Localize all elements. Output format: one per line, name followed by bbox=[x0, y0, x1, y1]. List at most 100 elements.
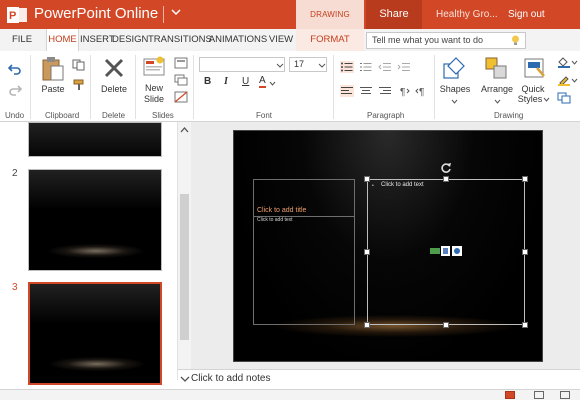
arrange-chevron-icon[interactable] bbox=[494, 99, 501, 104]
bold-button[interactable]: B bbox=[204, 76, 211, 87]
copy-icon[interactable] bbox=[72, 59, 86, 71]
tell-me-search-input[interactable]: Tell me what you want to do bbox=[366, 32, 526, 49]
resize-handle-left[interactable] bbox=[364, 249, 370, 255]
shape-fill-chevron-icon[interactable] bbox=[571, 60, 578, 65]
font-color-button[interactable]: A bbox=[259, 76, 266, 88]
svg-text:P: P bbox=[9, 10, 16, 22]
resize-handle-top-right[interactable] bbox=[522, 176, 528, 182]
notes-chevron-down-icon[interactable] bbox=[180, 374, 190, 384]
decrease-indent-icon[interactable] bbox=[378, 61, 392, 73]
shapes-chevron-icon[interactable] bbox=[451, 99, 458, 104]
new-slide-label-line1[interactable]: New bbox=[140, 83, 168, 93]
slide-number-2: 2 bbox=[12, 168, 18, 179]
paragraph-direction-ltr-icon[interactable]: ¶ bbox=[397, 85, 411, 97]
svg-text:¶: ¶ bbox=[419, 87, 424, 97]
new-slide-label-line2[interactable]: Slide bbox=[140, 94, 168, 104]
slide-thumbnail-glow bbox=[50, 357, 144, 371]
sign-out-link[interactable]: Sign out bbox=[508, 9, 545, 20]
resize-handle-top[interactable] bbox=[443, 176, 449, 182]
font-color-chevron-icon[interactable] bbox=[269, 81, 276, 86]
slide-thumbnail-sheen bbox=[30, 284, 160, 324]
reading-view-icon[interactable] bbox=[534, 391, 544, 399]
bullet-marker: • bbox=[372, 183, 374, 189]
tab-transitions[interactable]: TRANSITIONS bbox=[148, 29, 212, 51]
share-button[interactable]: Share bbox=[366, 0, 422, 29]
bullets-icon[interactable] bbox=[340, 61, 354, 73]
align-right-icon[interactable] bbox=[378, 85, 392, 97]
slide-thumbnail-3[interactable] bbox=[28, 282, 162, 385]
resize-handle-bottom[interactable] bbox=[443, 322, 449, 328]
layout-icon[interactable] bbox=[174, 57, 188, 69]
drawing-group-label: Drawing bbox=[494, 111, 524, 120]
undo-icon[interactable] bbox=[8, 63, 22, 75]
quick-styles-icon[interactable] bbox=[522, 56, 546, 80]
resize-handle-bottom-left[interactable] bbox=[364, 322, 370, 328]
paste-clipboard-icon[interactable] bbox=[41, 56, 65, 82]
drawing-tools-label: DRAWING TOOLS bbox=[296, 0, 364, 48]
shapes-button[interactable]: Shapes bbox=[438, 84, 472, 94]
font-name-dropdown[interactable] bbox=[199, 57, 285, 72]
slide-thumbnail-2[interactable] bbox=[28, 169, 162, 271]
resize-handle-right[interactable] bbox=[522, 249, 528, 255]
align-left-icon[interactable] bbox=[340, 85, 354, 97]
font-size-chevron-icon[interactable] bbox=[318, 63, 326, 69]
resize-handle-top-left[interactable] bbox=[364, 176, 370, 182]
paste-button[interactable]: Paste bbox=[41, 84, 65, 94]
resize-handle-bottom-right[interactable] bbox=[522, 322, 528, 328]
tab-file[interactable]: FILE bbox=[10, 29, 34, 51]
title-placeholder[interactable]: Click to add title bbox=[257, 207, 306, 214]
insert-content-icons[interactable] bbox=[429, 245, 463, 257]
slideshow-view-icon[interactable] bbox=[560, 391, 570, 399]
chevron-down-icon[interactable] bbox=[169, 5, 183, 19]
shape-outline-icon[interactable] bbox=[557, 74, 571, 86]
scrollbar-thumb[interactable] bbox=[180, 194, 189, 340]
tab-insert[interactable]: INSERT bbox=[80, 29, 115, 51]
increase-indent-icon[interactable] bbox=[397, 61, 411, 73]
quick-styles-label-line2[interactable]: Styles bbox=[514, 94, 546, 104]
format-painter-icon[interactable] bbox=[72, 79, 86, 91]
left-text-placeholder[interactable]: Click to add text bbox=[257, 217, 293, 223]
tab-view[interactable]: VIEW bbox=[268, 29, 294, 51]
tab-format[interactable]: FORMAT bbox=[296, 29, 364, 51]
delete-button[interactable]: Delete bbox=[99, 84, 129, 94]
hide-slide-icon[interactable] bbox=[174, 91, 188, 103]
underline-button[interactable]: U bbox=[242, 76, 249, 87]
numbering-icon[interactable] bbox=[359, 61, 373, 73]
thumbnail-scrollbar[interactable] bbox=[177, 122, 191, 380]
rotate-handle-icon[interactable] bbox=[440, 162, 452, 174]
group-separator bbox=[333, 55, 334, 119]
document-name[interactable]: Healthy Gro... bbox=[436, 9, 498, 20]
slide-thumbnail-sheen bbox=[29, 123, 161, 156]
right-text-placeholder[interactable]: Click to add text bbox=[381, 182, 424, 188]
shape-fill-icon[interactable] bbox=[557, 56, 571, 68]
group-separator bbox=[30, 55, 31, 119]
delete-group-label: Delete bbox=[102, 111, 126, 120]
left-content-placeholder[interactable] bbox=[253, 179, 355, 325]
align-center-icon[interactable] bbox=[359, 85, 373, 97]
tab-animations[interactable]: ANIMATIONS bbox=[208, 29, 268, 51]
quick-styles-label-line1[interactable]: Quick bbox=[517, 84, 549, 94]
paragraph-direction-rtl-icon[interactable]: ¶ bbox=[414, 85, 428, 97]
tab-design[interactable]: DESIGN bbox=[112, 29, 148, 51]
italic-button[interactable]: I bbox=[224, 76, 228, 87]
arrange-icon[interactable] bbox=[484, 56, 508, 80]
duplicate-shape-icon[interactable] bbox=[557, 92, 571, 104]
font-name-chevron-icon[interactable] bbox=[276, 63, 284, 69]
shape-outline-chevron-icon[interactable] bbox=[571, 78, 578, 83]
powerpoint-online-window: P PowerPoint Online DRAWING TOOLS Share … bbox=[0, 0, 580, 400]
delete-x-icon[interactable] bbox=[103, 57, 125, 79]
slide-thumbnail-1[interactable] bbox=[28, 122, 162, 157]
new-slide-icon[interactable] bbox=[143, 56, 165, 78]
shapes-icon[interactable] bbox=[442, 56, 466, 80]
app-title[interactable]: PowerPoint Online bbox=[34, 5, 158, 22]
arrange-button[interactable]: Arrange bbox=[479, 84, 515, 94]
normal-view-icon[interactable] bbox=[505, 391, 515, 399]
notes-placeholder[interactable]: Click to add notes bbox=[191, 373, 271, 384]
quick-styles-chevron-icon[interactable] bbox=[543, 97, 550, 102]
redo-icon[interactable] bbox=[8, 84, 22, 96]
svg-text:¶: ¶ bbox=[400, 87, 405, 97]
scroll-up-chevron-icon[interactable] bbox=[180, 126, 189, 133]
duplicate-slide-icon[interactable] bbox=[174, 74, 188, 86]
notes-bar[interactable]: Click to add notes bbox=[178, 369, 580, 389]
tab-home[interactable]: HOME bbox=[46, 29, 79, 51]
